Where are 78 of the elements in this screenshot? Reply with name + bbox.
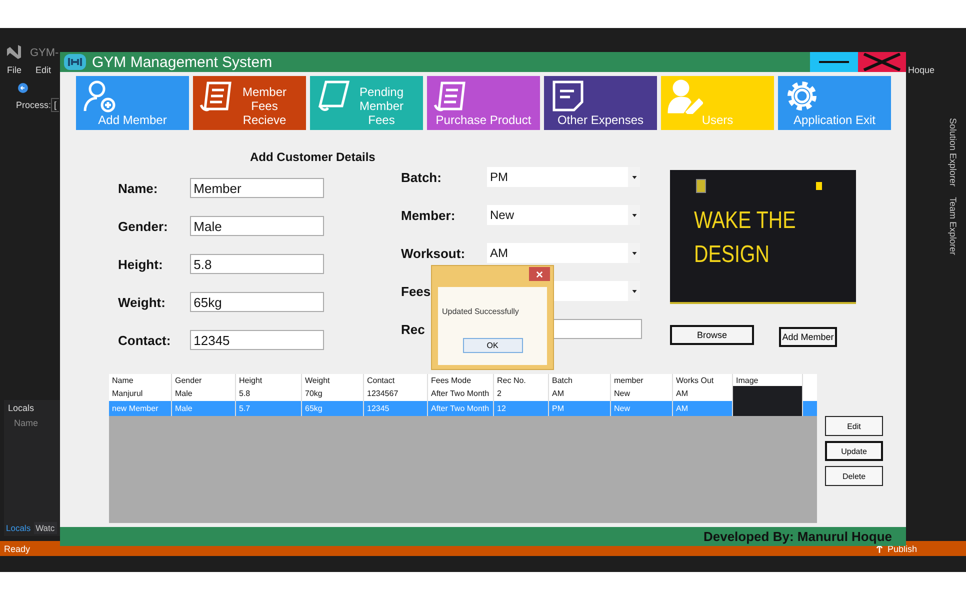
field-label: Contact: xyxy=(118,332,172,348)
field-label: Batch: xyxy=(401,170,442,184)
menu-item[interactable]: Edit xyxy=(36,65,52,75)
table-cell: After Two Month xyxy=(428,401,494,416)
logo-icon xyxy=(696,179,706,193)
field-label: Gender: xyxy=(118,218,169,234)
image-cell xyxy=(733,401,803,416)
table-cell: Male xyxy=(172,401,236,416)
input-field[interactable]: Male xyxy=(190,216,324,236)
note-icon xyxy=(550,78,586,114)
table-row[interactable]: Manjurul Male 5.8 70kg 1234567 After Two Month 2 AM New AM xyxy=(109,386,817,401)
browse-button[interactable]: Browse xyxy=(670,325,754,345)
menu-tile[interactable]: Purchase Product xyxy=(427,76,540,130)
column-header: Name xyxy=(14,418,38,428)
minimize-button[interactable] xyxy=(810,52,858,72)
headline: WAKE THE DESIGN xyxy=(694,206,796,270)
table-cell: 65kg xyxy=(302,401,364,416)
table-cell: new Member xyxy=(109,401,172,416)
dumbbell-icon xyxy=(64,54,86,70)
user-plus-icon xyxy=(82,78,118,114)
menu-tile[interactable]: Other Expenses xyxy=(544,76,657,130)
upload-icon[interactable] xyxy=(876,544,884,553)
caret-icon[interactable] xyxy=(632,176,636,178)
input-field[interactable]: 65kg xyxy=(190,292,324,312)
close-button[interactable] xyxy=(529,267,550,281)
field-label: Height: xyxy=(118,256,164,272)
table-cell: 12345 xyxy=(364,401,428,416)
close-icon xyxy=(536,270,543,278)
input-field[interactable]: 12345 xyxy=(190,330,324,350)
close-icon xyxy=(862,53,902,71)
logo-icon xyxy=(6,44,22,60)
field-label: Rec xyxy=(401,322,426,336)
account-name[interactable]: Hoque xyxy=(908,65,935,75)
badge-icon xyxy=(816,182,822,190)
table-cell: New xyxy=(611,401,673,416)
input-field[interactable]: 5.8 xyxy=(190,254,324,274)
input-field[interactable]: Member xyxy=(190,178,324,198)
back-icon[interactable] xyxy=(18,83,28,93)
footer-text: Developed By: Manurul Hoque xyxy=(703,529,892,544)
minimize-icon xyxy=(819,61,849,63)
field-label: Name: xyxy=(118,180,159,196)
publish-button[interactable]: Publish xyxy=(887,544,917,554)
close-button[interactable] xyxy=(858,52,906,72)
panel-title: Locals xyxy=(8,403,34,413)
add-button[interactable]: Add Member xyxy=(779,327,837,347)
ok-button[interactable]: OK xyxy=(462,338,522,353)
field-label: Worksout: xyxy=(401,246,466,260)
field-label: Fees xyxy=(401,284,432,298)
field-label: Weight: xyxy=(118,294,166,310)
side-tab[interactable]: Team Explorer xyxy=(948,196,958,255)
table-cell: 5.7 xyxy=(236,401,302,416)
dropdown-field[interactable]: New xyxy=(487,205,640,225)
action-button[interactable]: Update xyxy=(825,441,883,461)
caret-icon[interactable] xyxy=(632,290,636,292)
field-label: Member: xyxy=(401,208,456,222)
dropdown-field[interactable]: PM xyxy=(487,167,640,187)
caret-icon[interactable] xyxy=(632,252,636,254)
window-title: GYM Management System xyxy=(92,54,272,70)
caret-icon[interactable] xyxy=(632,214,636,216)
panel-tab[interactable]: Locals xyxy=(4,522,33,534)
menu-item[interactable]: File xyxy=(7,65,22,75)
form-title: Add Customer Details xyxy=(250,150,376,164)
menu-tile[interactable]: Member Fees Recieve xyxy=(193,76,306,130)
process-field[interactable]: [ xyxy=(51,98,59,112)
ide-title: GYM- xyxy=(30,47,59,59)
side-tab[interactable]: Solution Explorer xyxy=(948,118,958,187)
status-text: Ready xyxy=(4,544,30,554)
action-button[interactable]: Delete xyxy=(825,466,883,486)
table-cell: PM xyxy=(549,401,611,416)
dialog-message: Updated Successfully xyxy=(442,307,519,316)
image-cell xyxy=(733,386,803,401)
panel-tab[interactable]: Watc xyxy=(34,522,57,534)
dropdown-field[interactable]: AM xyxy=(487,243,640,263)
action-button[interactable]: Edit xyxy=(825,416,883,436)
user-pencil-icon xyxy=(667,78,703,114)
table-cell: 12 xyxy=(494,401,549,416)
process-label: Process: xyxy=(16,100,52,110)
page-icon xyxy=(316,78,352,114)
